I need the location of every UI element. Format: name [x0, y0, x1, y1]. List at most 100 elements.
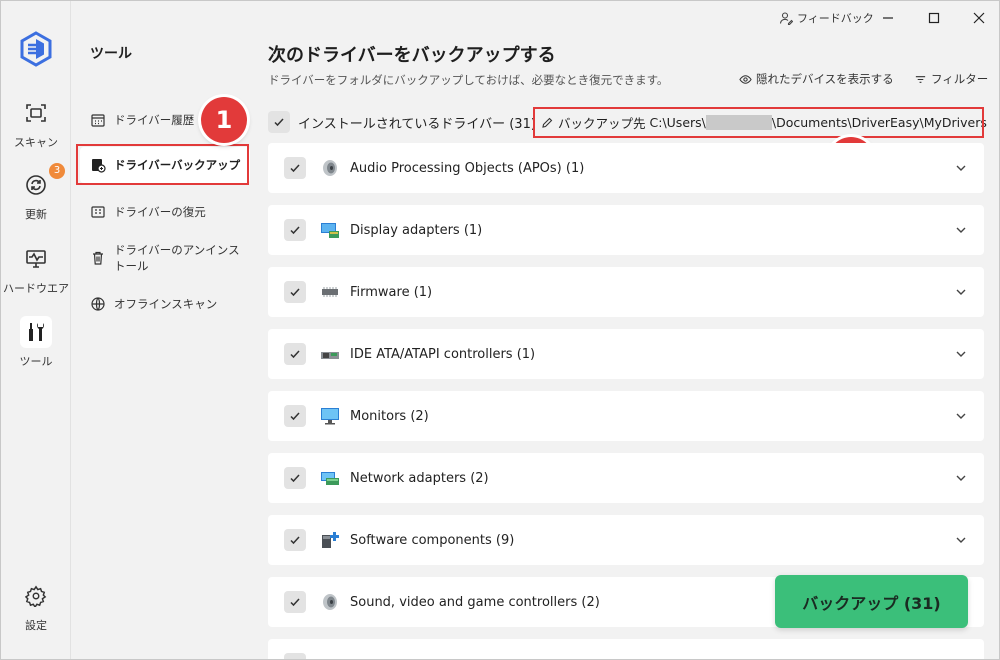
- maximize-icon: [928, 12, 940, 24]
- rail-item-label: ツール: [19, 355, 53, 368]
- category-name: Network adapters (2): [350, 470, 489, 486]
- driver-category-row[interactable]: Display adapters (1): [268, 205, 984, 255]
- rail-item-hardware[interactable]: ハードウエア: [1, 243, 71, 296]
- chevron-down-icon[interactable]: [954, 347, 968, 361]
- speaker-icon: [320, 592, 340, 612]
- check-icon: [290, 350, 300, 359]
- driver-category-row[interactable]: Audio Processing Objects (APOs) (1): [268, 143, 984, 193]
- chevron-down-icon[interactable]: [954, 533, 968, 547]
- app-logo-icon: [18, 31, 54, 67]
- rail-item-settings[interactable]: 設定: [1, 585, 71, 633]
- app-window: スキャン 3 更新 ハードウエア ツール 設定 ツール ドライバー履歴 ドライバ…: [0, 0, 1000, 660]
- close-icon: [973, 12, 985, 24]
- feedback-button[interactable]: フィードバック: [779, 10, 874, 26]
- category-checkbox[interactable]: [284, 529, 306, 551]
- chevron-down-icon[interactable]: [954, 285, 968, 299]
- display-adapter-icon: [320, 220, 340, 240]
- backup-button[interactable]: バックアップ (31): [775, 575, 968, 628]
- sidebar-item-label: ドライバー履歴: [114, 113, 195, 127]
- callout-number-1: 1: [201, 97, 247, 143]
- update-count-badge: 3: [49, 163, 65, 179]
- check-icon: [290, 598, 300, 607]
- network-icon: [320, 468, 340, 488]
- category-checkbox[interactable]: [284, 281, 306, 303]
- callout-box-2: [533, 107, 984, 138]
- filter-button[interactable]: フィルター: [914, 71, 988, 87]
- category-checkbox[interactable]: [284, 591, 306, 613]
- category-name: Firmware (1): [350, 284, 433, 300]
- sidebar-item-offline-scan[interactable]: オフラインスキャン: [80, 286, 250, 322]
- software-component-icon: [320, 530, 340, 550]
- sidebar-item-driver-uninstall[interactable]: ドライバーのアンインストール: [80, 240, 250, 276]
- rail-item-label: 更新: [25, 208, 47, 221]
- chevron-down-icon[interactable]: [954, 223, 968, 237]
- driver-category-row[interactable]: Monitors (2): [268, 391, 984, 441]
- driver-category-row[interactable]: Network adapters (2): [268, 453, 984, 503]
- category-checkbox[interactable]: [284, 653, 306, 659]
- hardware-icon: [20, 243, 52, 275]
- speaker-icon: [320, 158, 340, 178]
- monitor-icon: [320, 406, 340, 426]
- title-bar: フィードバック: [257, 1, 999, 35]
- chevron-down-icon[interactable]: [954, 409, 968, 423]
- check-icon: [290, 164, 300, 173]
- category-name: Monitors (2): [350, 408, 429, 424]
- sidebar-item-label: ドライバーの復元: [114, 205, 206, 219]
- category-checkbox[interactable]: [284, 343, 306, 365]
- category-checkbox[interactable]: [284, 467, 306, 489]
- check-icon: [290, 412, 300, 421]
- show-hidden-devices-label: 隠れたデバイスを表示する: [756, 72, 894, 86]
- globe-icon: [91, 297, 105, 311]
- feedback-label: フィードバック: [797, 12, 874, 25]
- driver-category-row[interactable]: Software components (9): [268, 515, 984, 565]
- category-name: Software components (9): [350, 532, 515, 548]
- check-icon: [290, 474, 300, 483]
- category-name: Sound, video and game controllers (2): [350, 594, 600, 610]
- driver-category-row-partial[interactable]: [268, 639, 984, 659]
- calendar-icon: [91, 114, 105, 127]
- rail-item-tools[interactable]: ツール: [1, 316, 71, 369]
- category-name: Audio Processing Objects (APOs) (1): [350, 160, 585, 176]
- category-checkbox[interactable]: [284, 157, 306, 179]
- settings-label: 設定: [25, 619, 47, 632]
- category-checkbox[interactable]: [284, 219, 306, 241]
- rail-item-scan[interactable]: スキャン: [1, 97, 71, 150]
- page-title: 次のドライバーをバックアップする: [268, 45, 556, 66]
- eye-icon: [739, 74, 752, 84]
- driver-category-row[interactable]: IDE ATA/ATAPI controllers (1): [268, 329, 984, 379]
- sidebar-item-driver-restore[interactable]: ドライバーの復元: [80, 194, 250, 230]
- chip-icon: [320, 282, 340, 302]
- chevron-down-icon[interactable]: [954, 471, 968, 485]
- nav-rail: スキャン 3 更新 ハードウエア ツール 設定: [1, 1, 71, 659]
- category-checkbox[interactable]: [284, 405, 306, 427]
- filter-label: フィルター: [931, 72, 989, 86]
- gear-icon: [24, 585, 47, 609]
- check-icon: [290, 288, 300, 297]
- feedback-user-icon: [779, 12, 793, 25]
- trash-icon: [93, 251, 103, 265]
- rail-item-update[interactable]: 3 更新: [1, 163, 71, 222]
- installed-drivers-label: インストールされているドライバー (31): [298, 116, 536, 132]
- select-all-drivers[interactable]: インストールされているドライバー (31): [268, 111, 536, 133]
- sidebar-item-label: ドライバーのアンインストール: [114, 243, 240, 273]
- ide-controller-icon: [320, 344, 340, 364]
- minimize-button[interactable]: [874, 5, 902, 31]
- check-icon: [274, 118, 284, 127]
- check-icon: [290, 226, 300, 235]
- page-subtitle: ドライバーをフォルダにバックアップしておけば、必要なとき復元できます。: [268, 73, 669, 87]
- rail-item-label: スキャン: [14, 136, 58, 149]
- category-name: Display adapters (1): [350, 222, 483, 238]
- tools-icon: [20, 316, 52, 348]
- scan-icon: [20, 97, 52, 129]
- filter-icon: [915, 75, 926, 83]
- category-name: IDE ATA/ATAPI controllers (1): [350, 346, 536, 362]
- callout-box-1: [76, 144, 249, 185]
- close-button[interactable]: [965, 5, 993, 31]
- update-icon: [20, 169, 52, 201]
- chevron-down-icon[interactable]: [954, 161, 968, 175]
- select-all-checkbox[interactable]: [268, 111, 290, 133]
- driver-category-row[interactable]: Firmware (1): [268, 267, 984, 317]
- check-icon: [290, 536, 300, 545]
- show-hidden-devices-button[interactable]: 隠れたデバイスを表示する: [739, 71, 894, 87]
- maximize-button[interactable]: [920, 5, 948, 31]
